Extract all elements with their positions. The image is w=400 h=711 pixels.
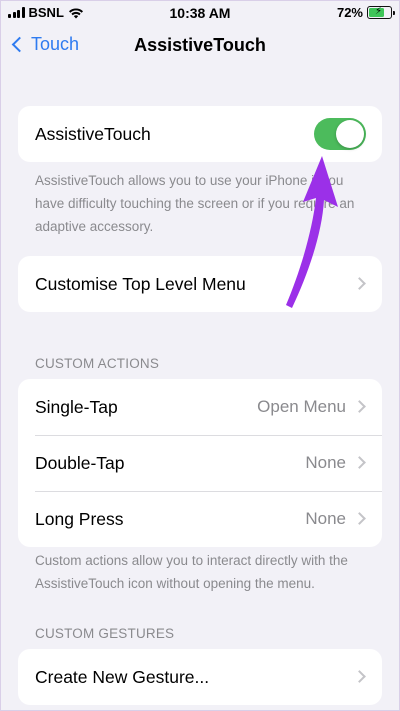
- create-gesture-label: Create New Gesture...: [35, 666, 210, 687]
- assistivetouch-toggle[interactable]: [314, 118, 366, 150]
- status-right: 72% ⚡: [336, 5, 395, 20]
- custom-actions-footnote: Custom actions allow you to interact dir…: [35, 553, 348, 591]
- chevron-right-icon: [353, 400, 366, 413]
- status-bar: BSNL 10:38 AM 72% ⚡: [0, 0, 400, 26]
- single-tap-label: Single-Tap: [35, 396, 118, 417]
- custom-actions-group: Single-Tap Open Menu Double-Tap None Lon…: [18, 379, 382, 547]
- create-gesture-row[interactable]: Create New Gesture...: [18, 649, 382, 705]
- long-press-label: Long Press: [35, 508, 124, 529]
- single-tap-value: Open Menu: [257, 397, 346, 416]
- double-tap-label: Double-Tap: [35, 452, 125, 473]
- long-press-value: None: [305, 509, 346, 528]
- long-press-row[interactable]: Long Press None: [18, 491, 382, 547]
- battery-icon: ⚡: [367, 6, 395, 19]
- double-tap-value: None: [305, 453, 346, 472]
- page-title: AssistiveTouch: [134, 35, 266, 55]
- chevron-right-icon: [353, 670, 366, 683]
- battery-percent: 72%: [336, 5, 363, 20]
- custom-gestures-group: Create New Gesture...: [18, 649, 382, 705]
- chevron-right-icon: [353, 277, 366, 290]
- toggle-knob: [336, 120, 364, 148]
- assistivetouch-label: AssistiveTouch: [35, 123, 151, 144]
- chevron-right-icon: [353, 512, 366, 525]
- single-tap-row[interactable]: Single-Tap Open Menu: [18, 379, 382, 435]
- custom-gestures-header: CUSTOM GESTURES: [35, 626, 175, 641]
- customise-menu-label: Customise Top Level Menu: [35, 273, 246, 294]
- chevron-right-icon: [353, 456, 366, 469]
- navigation-bar: Touch AssistiveTouch: [0, 28, 400, 64]
- custom-actions-header: CUSTOM ACTIONS: [35, 356, 160, 371]
- double-tap-row[interactable]: Double-Tap None: [18, 435, 382, 491]
- arrow-annotation: [286, 156, 338, 308]
